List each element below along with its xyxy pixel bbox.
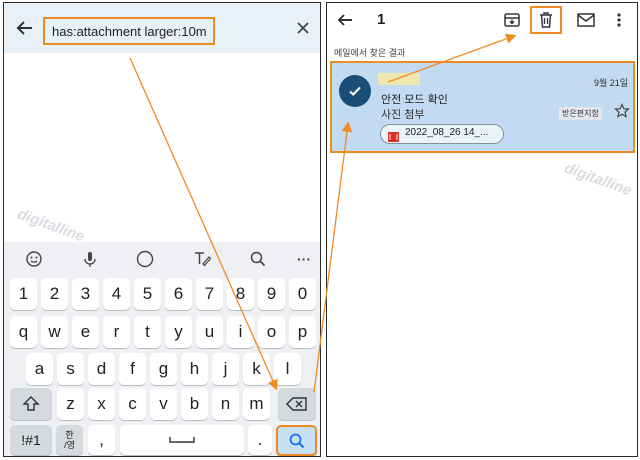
arrow-search-key-to-result [313,121,353,393]
arrow-result-to-delete [387,33,517,83]
arrow-query-to-search-key [129,57,278,391]
annotation-arrows [129,33,517,393]
